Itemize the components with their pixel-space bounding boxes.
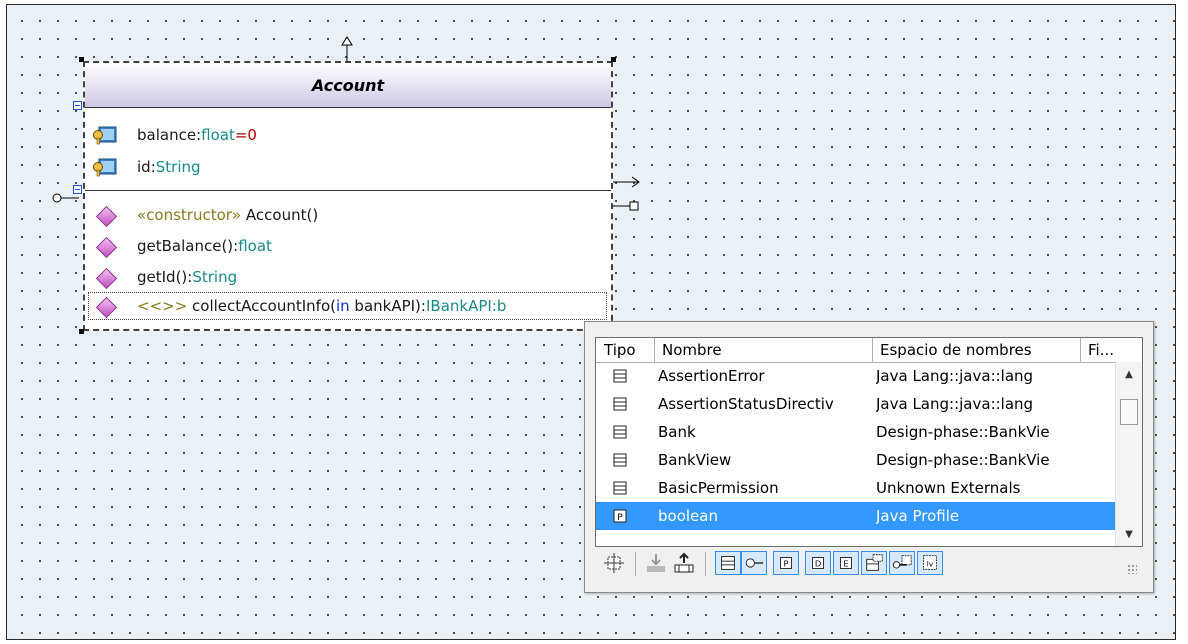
svg-text:P: P — [617, 513, 623, 523]
list-item-selected[interactable]: P boolean Java Profile — [596, 502, 1116, 530]
popup-toolbar: P D E lv — [595, 548, 1143, 580]
enumeration-filter-icon[interactable]: E — [833, 551, 859, 575]
collapse-operations-icon[interactable] — [73, 185, 82, 194]
attribute-key-icon — [93, 126, 117, 145]
item-namespace: Java Lang::java::lang — [876, 395, 1034, 413]
operation-constructor[interactable]: «constructor» Account() — [137, 206, 318, 224]
class-filter-icon[interactable] — [715, 551, 741, 575]
class-icon — [613, 369, 627, 383]
svg-text:P: P — [784, 559, 789, 569]
type-autocomplete-popup[interactable]: Tipo Nombre Espacio de nombres Fi... Ass… — [584, 321, 1154, 593]
item-name: AssertionStatusDirectiv — [658, 395, 834, 413]
operation-getid[interactable]: getId():String — [137, 268, 237, 286]
scroll-up-icon[interactable]: ▲ — [1116, 364, 1142, 386]
item-namespace: Java Lang::java::lang — [876, 367, 1034, 385]
column-header-namespace[interactable]: Espacio de nombres — [880, 341, 1032, 359]
class-header[interactable]: Account — [85, 63, 611, 108]
class-name: Account — [311, 76, 385, 95]
operation-icon — [95, 205, 118, 228]
list-item[interactable]: BasicPermission Unknown Externals — [596, 474, 1116, 502]
class-icon — [613, 481, 627, 495]
resize-grip[interactable] — [1127, 564, 1137, 574]
operation-icon — [95, 236, 118, 259]
resize-handle[interactable] — [79, 329, 84, 334]
value-filter-icon[interactable]: lv — [917, 551, 943, 575]
svg-text:D: D — [815, 559, 821, 569]
svg-text:lv: lv — [927, 560, 934, 569]
interface-filter-icon[interactable] — [741, 551, 767, 575]
list-item[interactable]: Bank Design-phase::BankVie — [596, 418, 1116, 446]
resize-handle[interactable] — [611, 57, 616, 62]
list-item[interactable]: AssertionError Java Lang::java::lang — [596, 362, 1116, 390]
port-connector[interactable] — [612, 199, 642, 213]
column-header-nombre[interactable]: Nombre — [662, 341, 722, 359]
compartment-divider — [85, 190, 611, 191]
column-separator[interactable] — [872, 338, 873, 362]
class-icon — [613, 453, 627, 467]
attribute-key-icon — [93, 158, 117, 177]
type-list[interactable]: Tipo Nombre Espacio de nombres Fi... Ass… — [595, 337, 1143, 547]
column-header-tipo[interactable]: Tipo — [604, 341, 636, 359]
scroll-thumb[interactable] — [1120, 399, 1138, 425]
item-namespace: Java Profile — [876, 507, 960, 525]
import-icon[interactable] — [643, 551, 669, 575]
item-name: Bank — [658, 423, 696, 441]
export-icon[interactable] — [671, 551, 697, 575]
list-header: Tipo Nombre Espacio de nombres Fi... — [596, 338, 1142, 363]
association-arrow[interactable] — [612, 175, 642, 189]
toolbar-separator — [705, 552, 706, 576]
column-separator[interactable] — [654, 338, 655, 362]
item-name: AssertionError — [658, 367, 765, 385]
attribute-id[interactable]: id:String — [137, 158, 201, 176]
datatype-filter-icon[interactable]: D — [805, 551, 831, 575]
list-item[interactable]: AssertionStatusDirectiv Java Lang::java:… — [596, 390, 1116, 418]
operation-collectaccountinfo[interactable]: <<>> collectAccountInfo(in bankAPI):IBan… — [137, 297, 506, 315]
operation-icon — [95, 267, 118, 290]
scroll-down-icon[interactable]: ▼ — [1116, 524, 1142, 546]
primitive-icon: P — [613, 509, 627, 523]
class-icon — [613, 425, 627, 439]
operation-getbalance[interactable]: getBalance():float — [137, 237, 272, 255]
show-diagram-icon[interactable] — [601, 551, 627, 575]
item-namespace: Unknown Externals — [876, 479, 1021, 497]
template-filter-icon[interactable] — [861, 551, 887, 575]
list-item[interactable]: BankView Design-phase::BankVie — [596, 446, 1116, 474]
column-separator[interactable] — [1080, 338, 1081, 362]
class-icon — [613, 397, 627, 411]
port-filter-icon[interactable] — [889, 551, 915, 575]
svg-text:E: E — [843, 559, 848, 569]
item-name: BankView — [658, 451, 732, 469]
item-namespace: Design-phase::BankVie — [876, 451, 1050, 469]
attribute-balance[interactable]: balance:float=0 — [137, 126, 257, 144]
class-account[interactable]: Account balance:float=0 id:String «const… — [83, 61, 613, 331]
toolbar-separator — [635, 552, 636, 576]
item-name: BasicPermission — [658, 479, 779, 497]
vertical-scrollbar[interactable]: ▲ ▼ — [1115, 362, 1142, 546]
item-name: boolean — [658, 507, 718, 525]
resize-handle[interactable] — [79, 57, 84, 62]
column-header-file[interactable]: Fi... — [1088, 341, 1114, 359]
item-namespace: Design-phase::BankVie — [876, 423, 1050, 441]
collapse-attributes-icon[interactable] — [73, 101, 82, 110]
primitive-filter-icon[interactable]: P — [773, 551, 799, 575]
